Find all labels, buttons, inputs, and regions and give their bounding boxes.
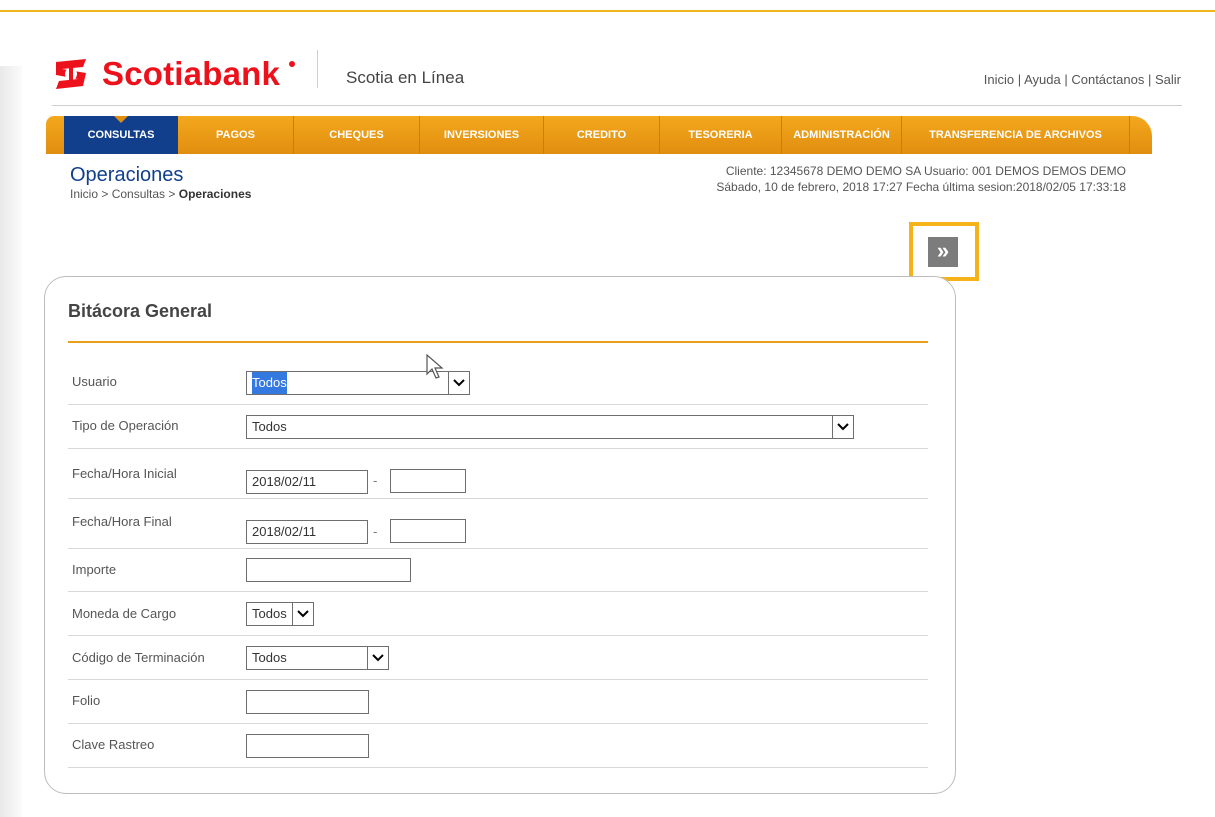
scotiabank-logo[interactable]: Scotiabank bbox=[52, 52, 280, 96]
link-contactanos[interactable]: Contáctanos bbox=[1071, 72, 1144, 87]
fecha-inicial-date-input[interactable]: 2018/02/11 bbox=[246, 470, 368, 494]
tipo-operacion-select[interactable]: Todos bbox=[246, 415, 854, 439]
row-folio: Folio bbox=[68, 679, 928, 724]
label-codigo: Código de Terminación bbox=[72, 650, 205, 665]
chevron-down-icon bbox=[367, 647, 388, 669]
link-separator: | bbox=[1147, 72, 1152, 87]
row-codigo: Código de Terminación bbox=[68, 635, 928, 680]
chevron-down-icon bbox=[448, 372, 469, 394]
app-name: Scotia en Línea bbox=[346, 68, 465, 87]
breadcrumb: Inicio > Consultas > Operaciones bbox=[70, 187, 251, 201]
form-title: Bitácora General bbox=[68, 301, 213, 321]
usuario-value: Todos bbox=[252, 372, 287, 394]
nav-transferencia-archivos[interactable]: TRANSFERENCIA DE ARCHIVOS bbox=[902, 116, 1130, 154]
clave-rastreo-input[interactable] bbox=[246, 734, 369, 758]
date-time-separator: - bbox=[373, 524, 378, 539]
label-fecha-inicial: Fecha/Hora Inicial bbox=[72, 466, 177, 481]
brand-name: Scotiabank bbox=[102, 55, 281, 92]
client-info: Cliente: 12345678 DEMO DEMO SA Usuario: … bbox=[725, 164, 1126, 178]
importe-input[interactable] bbox=[246, 558, 411, 582]
link-inicio[interactable]: Inicio bbox=[984, 72, 1014, 87]
next-button[interactable]: » bbox=[928, 237, 958, 267]
nav-administracion[interactable]: ADMINISTRACIÓN bbox=[782, 116, 902, 154]
fecha-final-time-input[interactable] bbox=[390, 519, 466, 543]
codigo-value: Todos bbox=[252, 650, 287, 665]
breadcrumb-path: Inicio > Consultas > bbox=[70, 187, 179, 201]
chevron-down-icon bbox=[292, 603, 313, 625]
nav-cheques[interactable]: CHEQUES bbox=[294, 116, 420, 154]
fecha-final-date-input[interactable]: 2018/02/11 bbox=[246, 520, 368, 544]
date-time-separator: - bbox=[373, 473, 378, 488]
link-ayuda[interactable]: Ayuda bbox=[1024, 72, 1061, 87]
nav-tesoreria[interactable]: TESORERIA bbox=[660, 116, 782, 154]
folio-input[interactable] bbox=[246, 690, 369, 714]
moneda-value: Todos bbox=[252, 606, 287, 621]
header-rule bbox=[52, 105, 1182, 106]
label-tipo-operacion: Tipo de Operación bbox=[72, 418, 179, 433]
tipo-operacion-value: Todos bbox=[252, 419, 287, 434]
session-info: Cliente: 12345678 DEMO DEMO SA Usuario: … bbox=[512, 160, 1152, 206]
nav-inversiones[interactable]: INVERSIONES bbox=[420, 116, 544, 154]
row-importe: Importe bbox=[68, 548, 928, 592]
link-separator: | bbox=[1017, 72, 1022, 87]
row-fecha-inicial: Fecha/Hora Inicial bbox=[68, 448, 928, 499]
label-usuario: Usuario bbox=[72, 374, 117, 389]
label-importe: Importe bbox=[72, 562, 117, 577]
label-clave-rastreo: Clave Rastreo bbox=[72, 737, 155, 752]
chevron-down-icon bbox=[832, 416, 853, 438]
codigo-select[interactable]: Todos bbox=[246, 646, 389, 670]
row-clave-rastreo: Clave Rastreo bbox=[68, 723, 928, 768]
moneda-select[interactable]: Todos bbox=[246, 602, 314, 626]
breadcrumb-current: Operaciones bbox=[178, 187, 252, 201]
link-salir[interactable]: Salir bbox=[1155, 72, 1181, 87]
row-usuario: Usuario bbox=[68, 362, 928, 405]
row-fecha-final: Fecha/Hora Final bbox=[68, 498, 928, 549]
date-info: Sábado, 10 de febrero, 2018 17:27 Fecha … bbox=[716, 180, 1126, 194]
link-separator: | bbox=[1064, 72, 1068, 87]
fecha-inicial-time-input[interactable] bbox=[390, 469, 466, 493]
mouse-cursor-icon bbox=[426, 354, 444, 379]
registered-mark bbox=[289, 61, 295, 67]
label-moneda: Moneda de Cargo bbox=[72, 606, 177, 621]
form-title-rule bbox=[68, 341, 928, 343]
left-shadow bbox=[0, 66, 22, 817]
scotiabank-emblem-icon bbox=[56, 59, 86, 89]
header-divider bbox=[317, 50, 318, 88]
main-nav: CONSULTAS PAGOS CHEQUES INVERSIONES CRED… bbox=[46, 116, 1152, 154]
row-moneda: Moneda de Cargo bbox=[68, 591, 928, 636]
nav-consultas[interactable]: CONSULTAS bbox=[64, 116, 178, 154]
label-fecha-final: Fecha/Hora Final bbox=[72, 514, 172, 529]
page-title: Operaciones bbox=[70, 164, 184, 186]
nav-pagos[interactable]: PAGOS bbox=[178, 116, 294, 154]
label-folio: Folio bbox=[72, 693, 101, 708]
top-links: Inicio | Ayuda | Contáctanos | Salir bbox=[984, 72, 1181, 87]
top-accent-line bbox=[0, 10, 1215, 12]
nav-credito[interactable]: CREDITO bbox=[544, 116, 660, 154]
